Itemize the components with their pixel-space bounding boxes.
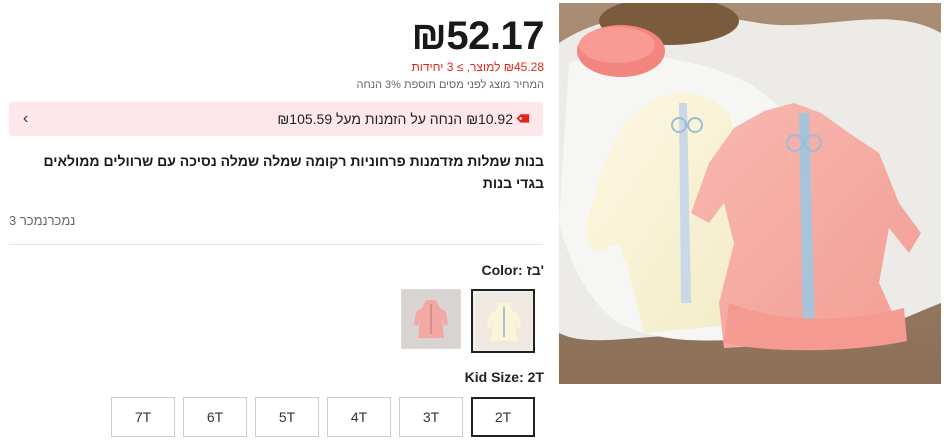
size-option-7T[interactable]: 7T xyxy=(111,397,175,437)
color-label: Color: בז' xyxy=(481,262,544,278)
size-option-3T[interactable]: 3T xyxy=(399,397,463,437)
tag-icon xyxy=(515,108,537,130)
beige-dress-thumbnail xyxy=(476,294,532,350)
product-price: ₪52.17 xyxy=(411,14,545,58)
pink-dress-thumbnail xyxy=(402,290,460,348)
sold-count: נמכרנמכר 3 xyxy=(9,213,76,228)
bulk-unit-price: ₪45.28 למוצר, ≥ 3 יחידות xyxy=(411,60,544,74)
promo-content: ₪10.92 הנחה על הזמנות מעל ₪105.59 xyxy=(277,111,533,128)
product-main-image[interactable] xyxy=(559,3,941,384)
promo-banner[interactable]: ‹ ₪10.92 הנחה על הזמנות מעל ₪105.59 xyxy=(9,102,543,136)
size-option-4T[interactable]: 4T xyxy=(327,397,391,437)
product-title: בנות שמלות מזדמנות פרחוניות רקומה שמלה ש… xyxy=(43,153,544,191)
size-option-5T[interactable]: 5T xyxy=(255,397,319,437)
size-option-2T[interactable]: 2T xyxy=(471,397,535,437)
color-swatch-pink[interactable] xyxy=(401,289,461,349)
product-info-panel: ₪52.17 ₪45.28 למוצר, ≥ 3 יחידות המחיר מו… xyxy=(0,0,552,444)
color-swatch-beige[interactable] xyxy=(471,289,535,353)
size-label: Kid Size: 2T xyxy=(464,369,544,385)
size-option-6T[interactable]: 6T xyxy=(183,397,247,437)
promo-text: ₪10.92 הנחה על הזמנות מעל ₪105.59 xyxy=(277,111,513,127)
chevron-left-icon: ‹ xyxy=(23,110,29,127)
divider xyxy=(9,244,543,245)
tax-note: המחיר מוצג לפני מסים תוספת 3% הנחה xyxy=(356,79,544,91)
